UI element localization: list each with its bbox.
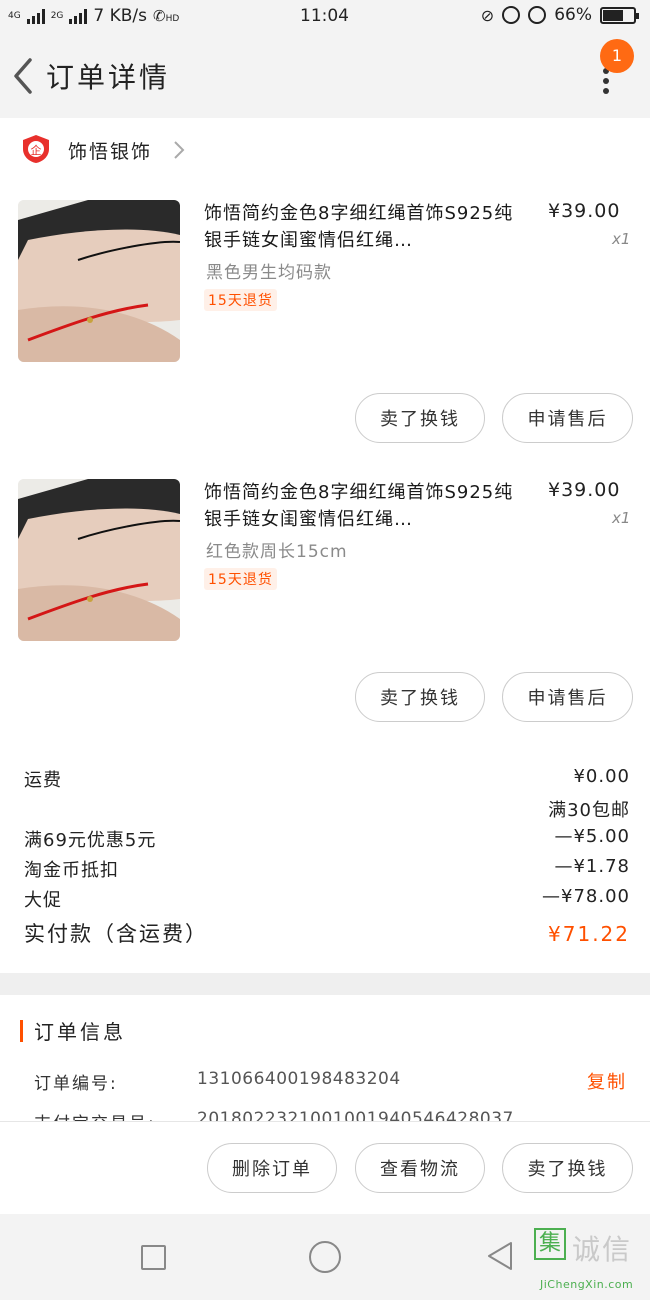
mute-icon: ⊘	[480, 5, 495, 25]
return-policy-tag: 15天退货	[204, 289, 277, 311]
product-photo	[18, 479, 180, 641]
notification-badge[interactable]: 1	[600, 39, 634, 73]
shop-logo-icon: 企	[23, 135, 49, 163]
watermark-text: 诚信	[572, 1233, 633, 1266]
back-triangle-icon[interactable]	[485, 1240, 515, 1272]
delete-order-button[interactable]: 删除订单	[207, 1143, 337, 1193]
sell-order-button[interactable]: 卖了换钱	[502, 1143, 633, 1193]
system-nav-bar: 集 诚信 JiChengXin.com	[0, 1214, 650, 1300]
page-title: 订单详情	[46, 61, 171, 94]
product-price: ¥39.00	[548, 479, 621, 501]
discount-row: 满69元优惠5元 —¥5.00	[24, 826, 630, 856]
order-number-label: 订单编号:	[34, 1074, 118, 1094]
svg-text:企: 企	[31, 143, 42, 157]
after-sale-button[interactable]: 申请售后	[502, 393, 633, 443]
alarm-icon	[528, 6, 547, 24]
product-image[interactable]	[18, 479, 180, 641]
coin-deduction-value: —¥1.78	[554, 856, 630, 877]
total-paid-label: 实付款（含运费）	[24, 922, 208, 946]
discount-value: —¥5.00	[554, 826, 630, 847]
copy-order-number-button[interactable]: 复制	[587, 1068, 627, 1094]
shop-name[interactable]: 饰悟银饰	[68, 137, 152, 164]
alipay-trade-label: 支付宝交易号:	[34, 1109, 156, 1121]
product-price: ¥39.00	[548, 200, 621, 222]
watermark-box-glyph: 集	[534, 1228, 566, 1260]
network-4g-label: 4G	[8, 11, 21, 21]
status-bar: 4G 2G 7 KB/s ✆HD 11:04 ⊘ 66%	[0, 0, 650, 34]
product-quantity: x1	[612, 230, 631, 248]
battery-fill	[603, 9, 623, 21]
recents-square-icon[interactable]	[141, 1245, 166, 1270]
bottom-action-bar: 删除订单 查看物流 卖了换钱	[0, 1121, 650, 1214]
product-sku: 黑色男生均码款	[206, 263, 332, 283]
top-nav-bar: 订单详情 1	[0, 34, 650, 118]
after-sale-button[interactable]: 申请售后	[502, 672, 633, 722]
view-logistics-button[interactable]: 查看物流	[355, 1143, 485, 1193]
sell-item-button[interactable]: 卖了换钱	[355, 672, 485, 722]
order-card: 企 饰悟银饰 饰悟简约金色8字细红绳首饰S925纯银手链女闺蜜情侣红绳… ¥39…	[0, 118, 650, 973]
coin-deduction-label: 淘金币抵扣	[24, 860, 119, 881]
order-number-value: 131066400198483204	[197, 1069, 401, 1089]
alipay-trade-value: 2018022321001001940546428037	[197, 1109, 514, 1121]
back-arrow-icon[interactable]	[8, 56, 38, 96]
product-image[interactable]	[18, 200, 180, 362]
promo-value: —¥78.00	[542, 886, 630, 907]
coin-deduction-row: 淘金币抵扣 —¥1.78	[24, 856, 630, 886]
order-info-section: 订单信息 订单编号: 131066400198483204 复制 支付宝交易号:…	[0, 995, 650, 1121]
product-title[interactable]: 饰悟简约金色8字细红绳首饰S925纯银手链女闺蜜情侣红绳…	[204, 200, 514, 254]
order-info-title: 订单信息	[34, 1020, 126, 1044]
order-item[interactable]: 饰悟简约金色8字细红绳首饰S925纯银手链女闺蜜情侣红绳… ¥39.00 x1 …	[0, 200, 650, 478]
shop-row[interactable]: 企 饰悟银饰	[0, 118, 650, 180]
battery-percent: 66%	[554, 5, 592, 25]
free-shipping-row: 满30包邮	[24, 796, 630, 826]
network-speed: 7 KB/s	[93, 6, 148, 26]
section-accent-bar	[20, 1020, 23, 1042]
shipping-fee-label: 运费	[24, 770, 62, 791]
more-menu-icon[interactable]	[600, 68, 612, 98]
signal-icon	[26, 8, 45, 24]
chevron-right-icon	[174, 141, 185, 159]
sell-item-button[interactable]: 卖了换钱	[355, 393, 485, 443]
shipping-fee-row: 运费 ¥0.00	[24, 766, 630, 796]
product-quantity: x1	[612, 509, 631, 527]
battery-icon	[600, 6, 639, 24]
clock: 11:04	[300, 6, 349, 26]
return-policy-tag: 15天退货	[204, 568, 277, 590]
order-item[interactable]: 饰悟简约金色8字细红绳首饰S925纯银手链女闺蜜情侣红绳… ¥39.00 x1 …	[0, 479, 650, 757]
watermark-logo: 集 诚信 JiChengXin.com	[532, 1224, 648, 1296]
product-title[interactable]: 饰悟简约金色8字细红绳首饰S925纯银手链女闺蜜情侣红绳…	[204, 479, 514, 533]
watermark-url: JiChengXin.com	[540, 1278, 634, 1291]
shipping-fee-value: ¥0.00	[573, 766, 630, 787]
promo-label: 大促	[24, 890, 62, 911]
free-shipping-note: 满30包邮	[548, 800, 630, 821]
product-sku: 红色款周长15cm	[206, 542, 348, 562]
lock-rotation-icon	[502, 6, 521, 24]
total-paid-row: 实付款（含运费） ¥71.22	[24, 918, 630, 948]
discount-label: 满69元优惠5元	[24, 830, 157, 851]
product-photo	[18, 200, 180, 362]
network-2g-label: 2G	[50, 11, 64, 21]
total-paid-value: ¥71.22	[548, 922, 630, 946]
home-circle-icon[interactable]	[309, 1241, 341, 1273]
promo-row: 大促 —¥78.00	[24, 886, 630, 916]
signal-icon-2	[69, 8, 88, 24]
hd-call-icon: ✆HD	[153, 7, 180, 25]
hd-label: HD	[165, 14, 180, 24]
